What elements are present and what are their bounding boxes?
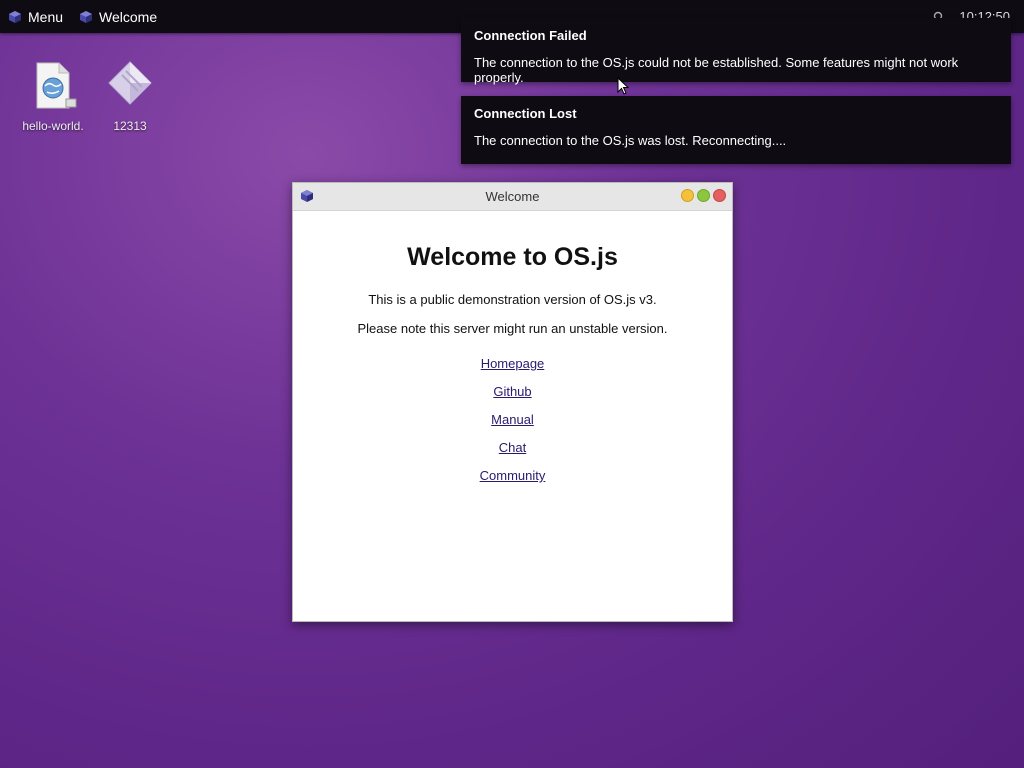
homepage-link[interactable]: Homepage bbox=[293, 356, 732, 371]
notification-message: The connection to the OS.js could not be… bbox=[474, 55, 959, 85]
window-controls bbox=[678, 189, 726, 202]
window-titlebar[interactable]: Welcome bbox=[293, 183, 732, 211]
menu-button[interactable]: Menu bbox=[0, 0, 71, 33]
welcome-window[interactable]: Welcome Welcome to OS.js This is a publi… bbox=[292, 182, 733, 622]
manual-link[interactable]: Manual bbox=[293, 412, 732, 427]
notification-title: Connection Lost bbox=[474, 106, 577, 121]
mouse-cursor-icon bbox=[617, 77, 630, 95]
notification-connection-lost[interactable]: Connection Lost The connection to the OS… bbox=[461, 96, 1011, 164]
welcome-heading: Welcome to OS.js bbox=[407, 243, 618, 271]
desktop-icon-12313[interactable]: 12313 bbox=[85, 60, 175, 133]
osjs-cube-icon bbox=[301, 190, 313, 202]
notification-title: Connection Failed bbox=[474, 28, 587, 43]
notification-message: The connection to the OS.js was lost. Re… bbox=[474, 133, 787, 148]
github-link[interactable]: Github bbox=[293, 384, 732, 399]
link-list: Homepage Github Manual Chat Community bbox=[293, 356, 732, 483]
intro-text: This is a public demonstration version o… bbox=[368, 292, 657, 307]
warning-text: Please note this server might run an uns… bbox=[357, 321, 668, 336]
window-content: Welcome to OS.js This is a public demons… bbox=[293, 243, 732, 483]
web-file-icon bbox=[36, 62, 77, 109]
close-button[interactable] bbox=[713, 189, 726, 202]
window-title: Welcome bbox=[485, 189, 540, 204]
osjs-cube-icon bbox=[80, 10, 93, 23]
taskbar-window-label: Welcome bbox=[99, 8, 158, 25]
notification-connection-failed[interactable]: Connection Failed The connection to the … bbox=[461, 18, 1011, 85]
community-link[interactable]: Community bbox=[293, 468, 732, 483]
diamond-file-icon bbox=[108, 61, 152, 105]
menu-label: Menu bbox=[28, 8, 64, 25]
chat-link[interactable]: Chat bbox=[293, 440, 732, 455]
desktop-icon-label: 12313 bbox=[113, 119, 147, 133]
taskbar-window-welcome[interactable]: Welcome bbox=[71, 0, 165, 33]
osjs-cube-icon bbox=[9, 10, 21, 23]
minimize-button[interactable] bbox=[681, 189, 694, 202]
maximize-button[interactable] bbox=[697, 189, 710, 202]
